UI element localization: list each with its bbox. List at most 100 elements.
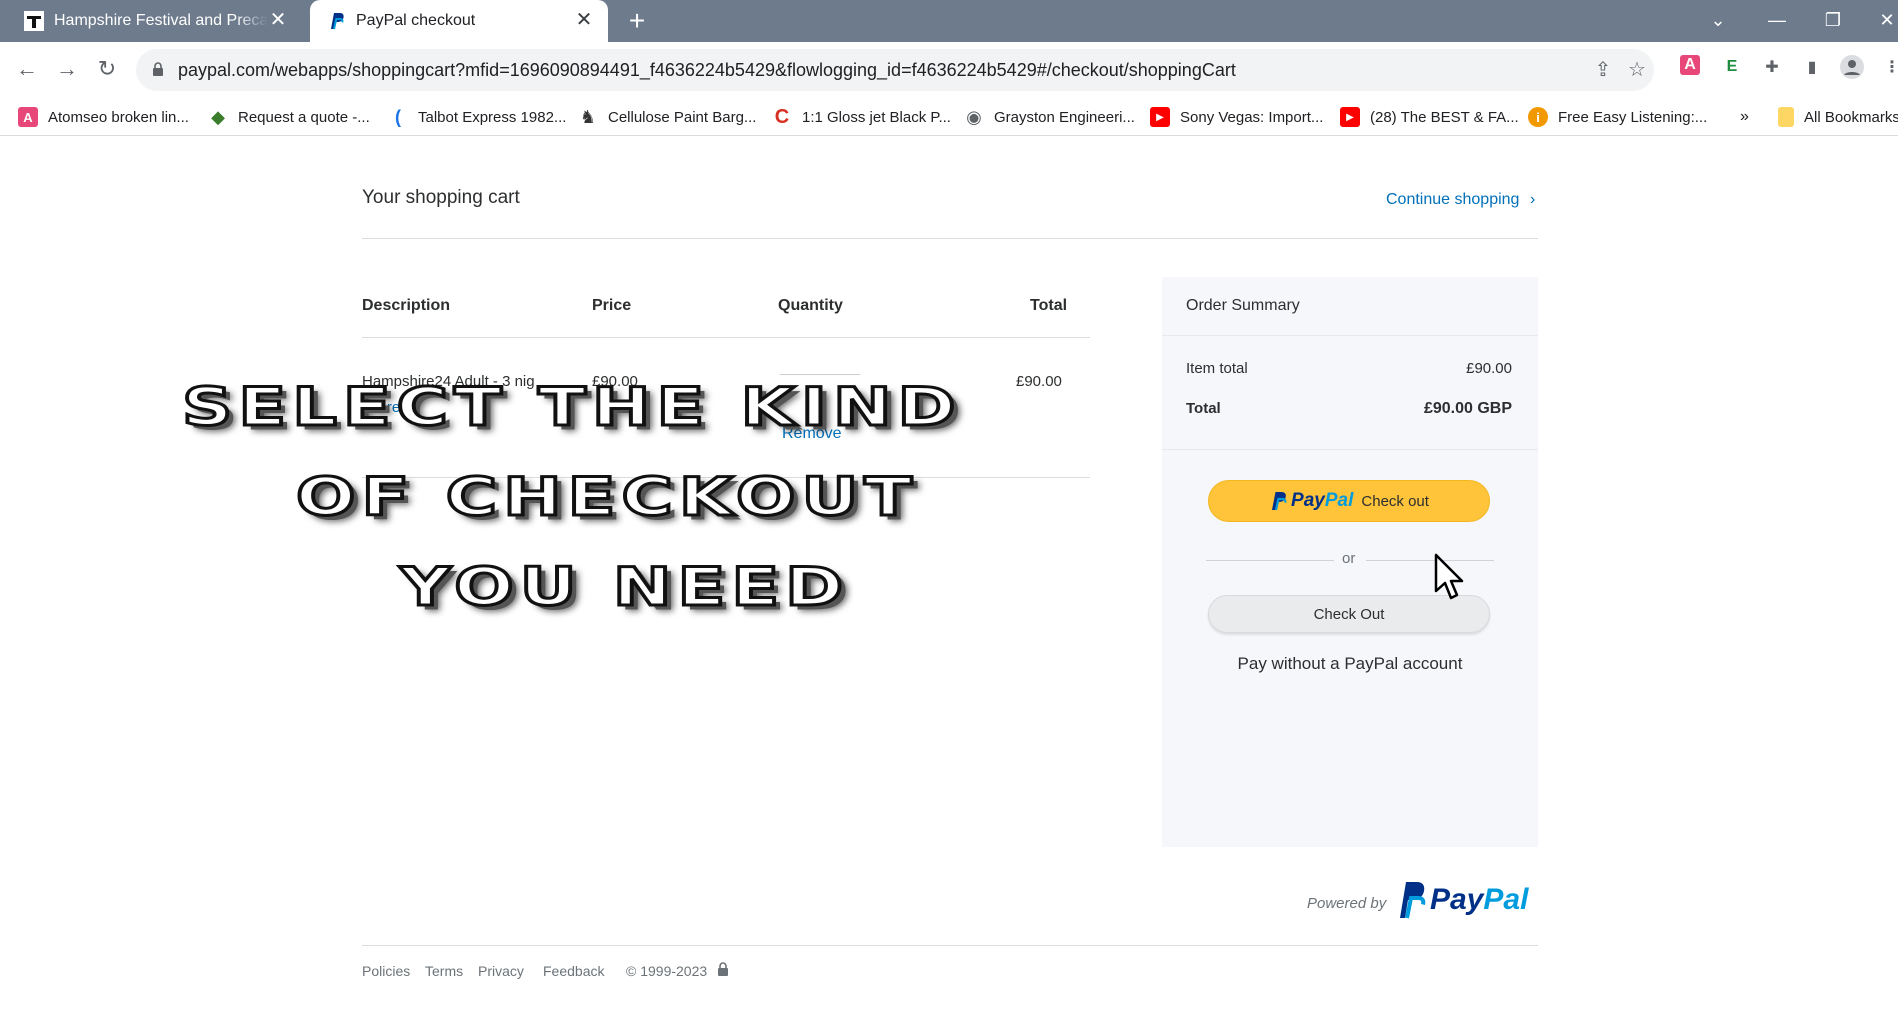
bookmark-label: 1:1 Gloss jet Black P... <box>802 108 951 126</box>
gloss-paint-icon: C <box>774 105 790 128</box>
share-icon[interactable]: ⇪ <box>1592 59 1614 81</box>
divider <box>362 945 1538 946</box>
paypal-footer-logo: Pay Pal <box>1396 881 1528 919</box>
restore-icon[interactable]: ❐ <box>1818 6 1848 34</box>
tab-title: Hampshire Festival and Precamp <box>54 12 268 29</box>
powered-by-text: Powered by <box>1307 895 1387 912</box>
page-title: Your shopping cart <box>362 187 520 208</box>
total-label: Total <box>1186 400 1221 417</box>
divider <box>1366 560 1494 561</box>
paypal-checkout-button[interactable]: Pay Pal Check out <box>1208 480 1490 522</box>
overlay-caption-line-2: OF CHECKOUT <box>294 465 919 530</box>
bookmark-label: Free Easy Listening:... <box>1558 108 1708 126</box>
paypal-checkout-label: Check out <box>1361 492 1429 510</box>
tab-hampshire-festival[interactable]: Hampshire Festival and Precamp ✕ <box>10 0 302 42</box>
bookmark-item[interactable]: C 1:1 Gloss jet Black P... <box>772 98 951 136</box>
bookmark-label: Atomseo broken lin... <box>48 108 189 126</box>
info-icon: i <box>1528 107 1548 127</box>
paypal-p-icon <box>1400 882 1426 919</box>
divider <box>1162 335 1538 336</box>
copyright-text: © 1999-2023 <box>626 963 708 979</box>
quantity-input[interactable] <box>780 374 860 375</box>
paypal-logo: Pay Pal <box>1269 490 1353 512</box>
divider <box>362 238 1538 239</box>
browser-toolbar: ← → ↻ paypal.com/webapps/shoppingcart?mf… <box>0 42 1898 98</box>
chevron-right-icon[interactable]: › <box>1530 191 1535 209</box>
order-summary-panel: Order Summary Item total £90.00 Total £9… <box>1162 277 1538 847</box>
item-total-label: Item total <box>1186 360 1248 377</box>
green-extension-icon[interactable]: E <box>1720 55 1744 79</box>
or-separator: or <box>1342 550 1356 567</box>
privacy-link[interactable]: Privacy <box>478 963 524 979</box>
bookmark-item[interactable]: A Atomseo broken lin... <box>18 98 189 136</box>
bookmark-item[interactable]: i Free Easy Listening:... <box>1528 98 1707 136</box>
bookmark-item[interactable]: ▶ Sony Vegas: Import... <box>1150 98 1323 136</box>
back-icon[interactable]: ← <box>12 54 42 84</box>
tab-strip: Hampshire Festival and Precamp ✕ PayPal … <box>0 0 1898 42</box>
request-quote-icon: ◆ <box>211 106 225 127</box>
close-window-icon[interactable]: ✕ <box>1872 6 1898 34</box>
bookmark-star-icon[interactable]: ☆ <box>1626 59 1648 81</box>
reload-icon[interactable]: ↻ <box>92 54 122 84</box>
header-description: Description <box>362 297 451 314</box>
bookmark-item[interactable]: ◆ Request a quote -... <box>208 98 370 136</box>
bookmark-label: All Bookmarks <box>1804 108 1898 126</box>
youtube-icon: ▶ <box>1340 107 1360 127</box>
header-price: Price <box>592 297 632 314</box>
address-bar[interactable]: paypal.com/webapps/shoppingcart?mfid=169… <box>136 49 1654 91</box>
overlay-caption-line-3: YOU NEED <box>398 555 850 620</box>
divider <box>1206 560 1334 561</box>
close-tab-icon[interactable]: ✕ <box>268 10 288 30</box>
lock-icon <box>718 962 728 976</box>
all-bookmarks[interactable]: All Bookmarks <box>1778 98 1898 136</box>
bookmarks-bar: A Atomseo broken lin... ◆ Request a quot… <box>0 98 1898 136</box>
policies-link[interactable]: Policies <box>362 963 410 979</box>
paypal-logo-pal: Pal <box>1483 883 1529 916</box>
bookmark-item[interactable]: ◉ Grayston Engineeri... <box>964 98 1135 136</box>
youtube-icon: ▶ <box>1150 107 1170 127</box>
folder-icon <box>1778 107 1794 127</box>
paypal-logo-pay: Pay <box>1291 490 1325 511</box>
divider <box>1162 449 1538 450</box>
item-total: £90.00 <box>1016 373 1062 390</box>
url-text[interactable]: paypal.com/webapps/shoppingcart?mfid=169… <box>178 60 1236 81</box>
bookmarks-overflow-icon[interactable]: » <box>1740 98 1749 136</box>
bookmark-label: Cellulose Paint Barg... <box>608 108 757 126</box>
new-tab-button[interactable]: + <box>622 6 652 36</box>
order-summary-title: Order Summary <box>1186 297 1300 314</box>
paypal-p-icon <box>1272 492 1287 511</box>
lock-icon <box>153 62 163 76</box>
close-tab-icon[interactable]: ✕ <box>574 10 594 30</box>
side-panel-icon[interactable]: ▮ <box>1800 55 1824 79</box>
tab-title: PayPal checkout <box>356 12 476 29</box>
bookmark-item[interactable]: ( Talbot Express 1982... <box>388 98 566 136</box>
bookmark-label: Grayston Engineeri... <box>994 108 1135 126</box>
bookmark-item[interactable]: ♞ Cellulose Paint Barg... <box>578 98 757 136</box>
tab-paypal-checkout[interactable]: PayPal checkout ✕ <box>310 0 608 42</box>
bookmark-label: Request a quote -... <box>238 108 370 126</box>
paypal-favicon-icon <box>326 11 346 31</box>
feedback-link[interactable]: Feedback <box>543 963 604 979</box>
divider <box>362 337 1090 338</box>
bookmark-item[interactable]: ▶ (28) The BEST & FA... <box>1340 98 1519 136</box>
continue-shopping-link[interactable]: Continue shopping <box>1386 191 1519 209</box>
tab-search-icon[interactable]: ⌄ <box>1703 6 1733 34</box>
globe-icon: ◉ <box>966 106 982 127</box>
paypal-logo-pal: Pal <box>1324 490 1354 511</box>
bookmark-label: (28) The BEST & FA... <box>1370 108 1519 126</box>
hampshire-favicon-icon <box>24 11 44 31</box>
header-quantity: Quantity <box>778 297 843 314</box>
bookmark-label: Talbot Express 1982... <box>418 108 567 126</box>
extensions-puzzle-icon[interactable]: ✚ <box>1760 55 1784 79</box>
total-value: £90.00 GBP <box>1423 400 1512 417</box>
item-total-value: £90.00 <box>1466 360 1512 377</box>
cellulose-paint-icon: ♞ <box>579 106 597 127</box>
minimize-icon[interactable]: — <box>1762 6 1792 34</box>
talbot-icon: ( <box>395 106 401 127</box>
menu-kebab-icon[interactable]: ⋮ <box>1880 55 1898 79</box>
terms-link[interactable]: Terms <box>425 963 463 979</box>
atomseo-icon: A <box>18 107 38 127</box>
profile-avatar-icon[interactable] <box>1840 55 1864 79</box>
forward-icon[interactable]: → <box>52 54 82 84</box>
atomseo-extension-icon[interactable]: A <box>1680 55 1700 75</box>
